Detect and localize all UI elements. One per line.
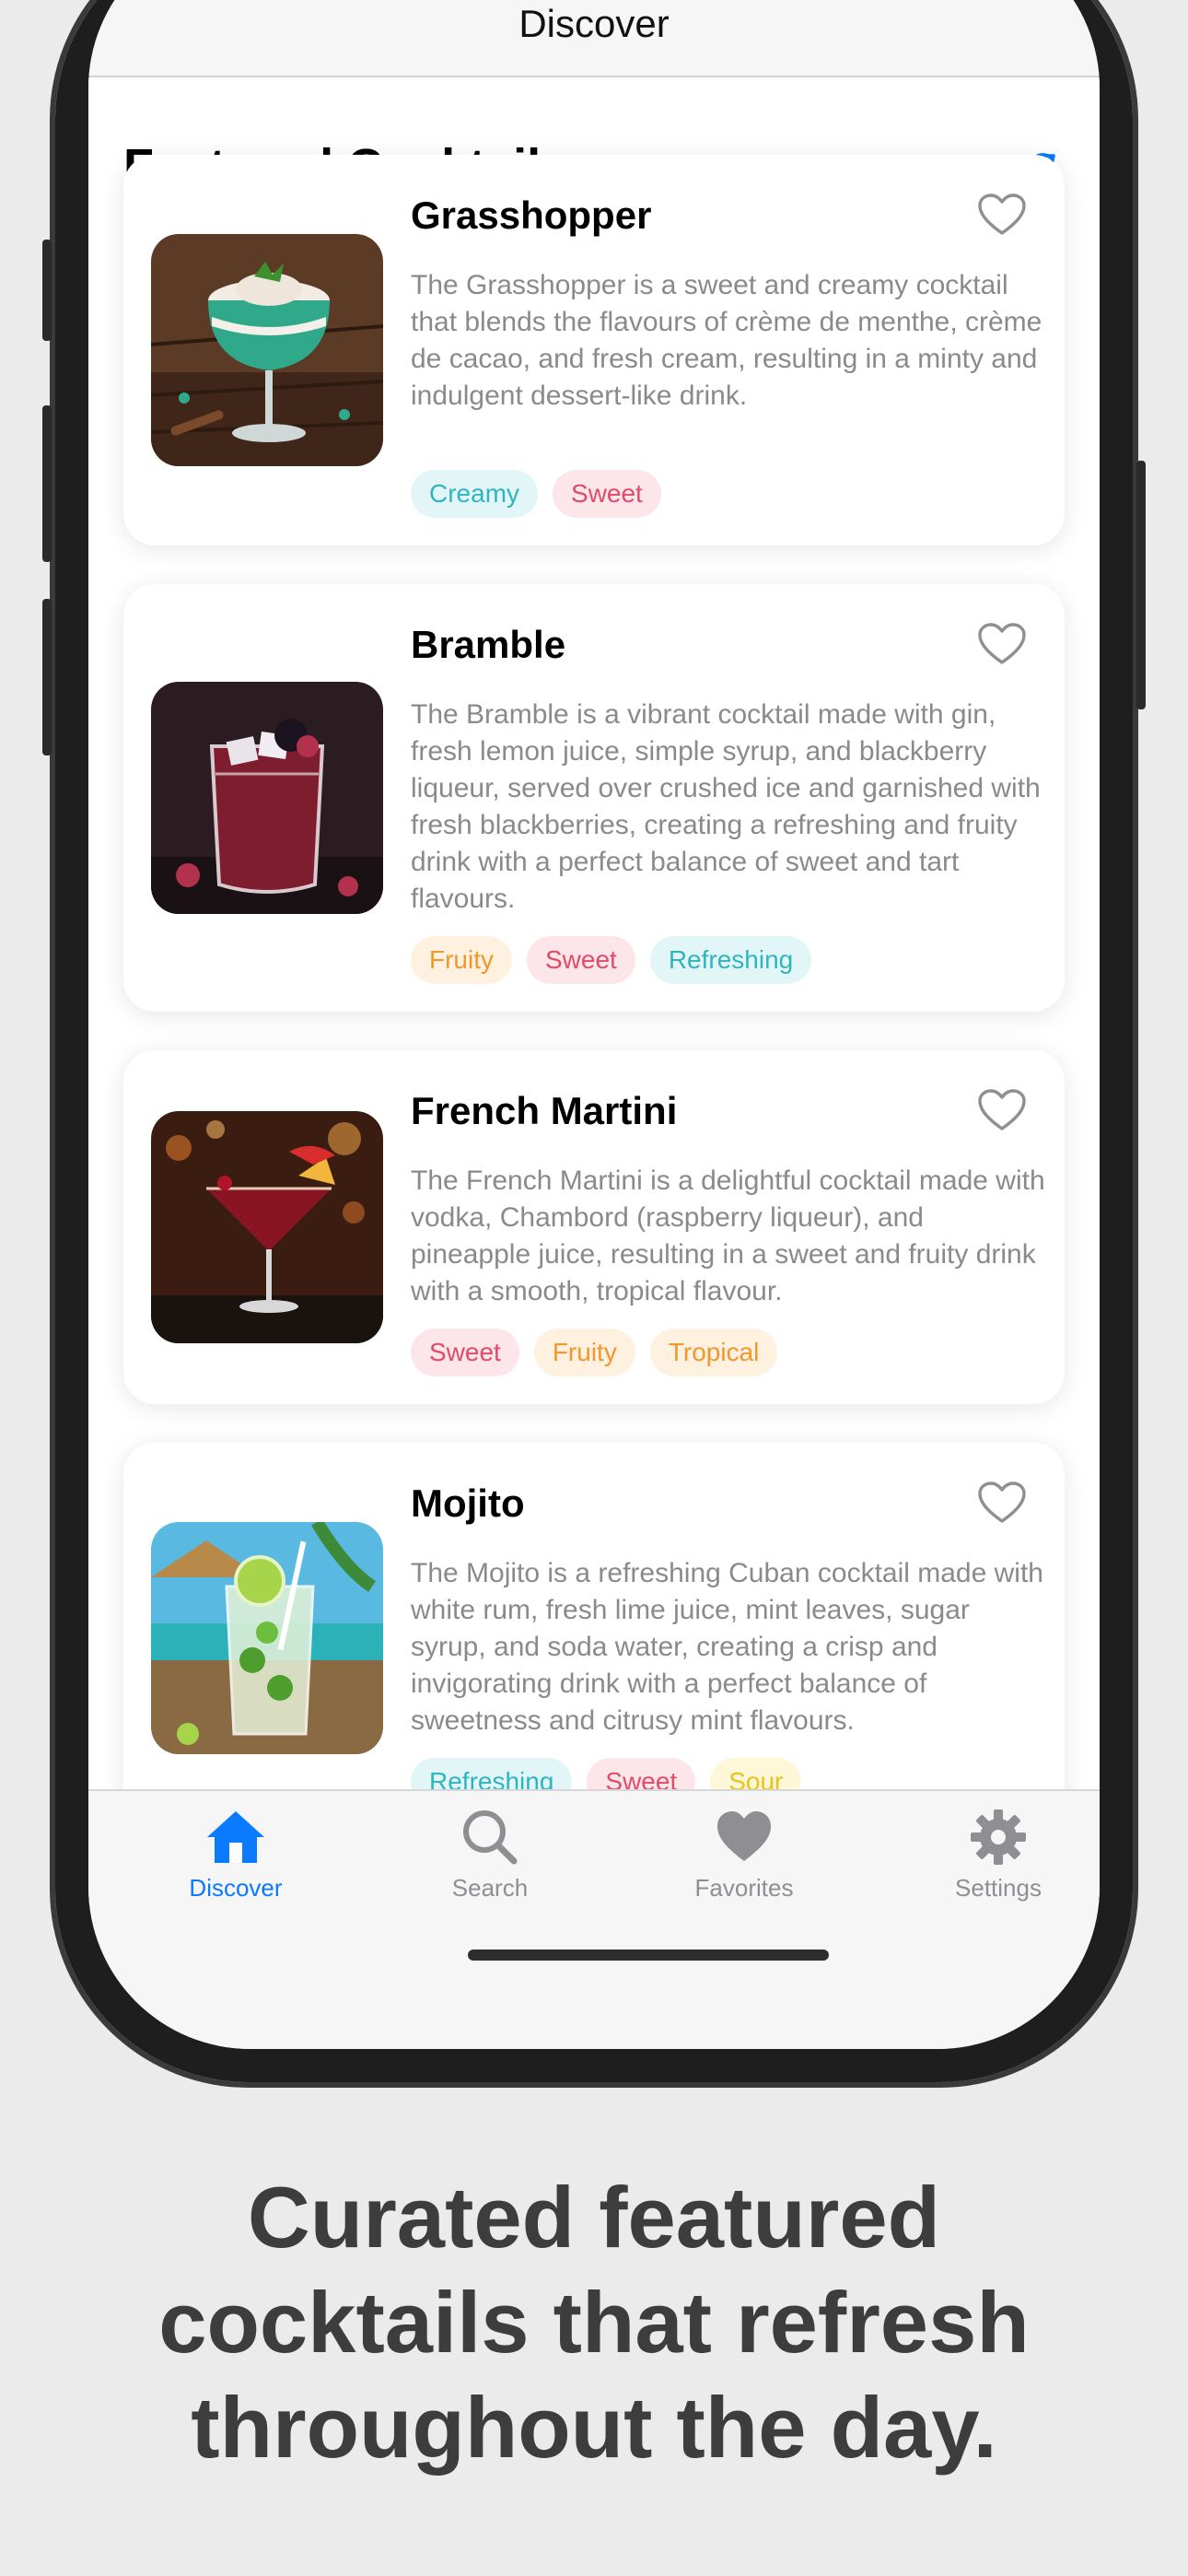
tag-list: Fruity Sweet Refreshing: [411, 936, 812, 984]
cocktail-description: The Grasshopper is a sweet and creamy co…: [411, 270, 1042, 411]
caption-line-2: cocktails that refresh: [158, 2274, 1030, 2371]
tag-refreshing: Refreshing: [411, 1758, 573, 1789]
cocktail-card-bramble[interactable]: Bramble The Bramble is a vibrant cocktai…: [123, 584, 1065, 1012]
cocktail-image-bramble: [151, 682, 383, 914]
tab-label: Search: [451, 1874, 529, 1902]
tag-fruity: Fruity: [533, 1329, 635, 1376]
favorite-heart-icon[interactable]: [978, 623, 1026, 665]
heart-icon: [717, 1811, 771, 1861]
cocktail-image-french-martini: [151, 1111, 383, 1343]
cocktail-name: Bramble: [411, 623, 566, 666]
cocktail-name: Mojito: [411, 1481, 525, 1525]
cocktail-card-grasshopper[interactable]: Grasshopper The Grasshopper is a sweet a…: [123, 155, 1065, 545]
home-indicator: [468, 1950, 829, 1961]
cocktail-description: The French Martini is a delightful cockt…: [411, 1165, 1045, 1306]
tab-search[interactable]: Search: [398, 1808, 582, 1903]
tag-sweet: Sweet: [587, 1758, 696, 1789]
cocktail-description: The Mojito is a refreshing Cuban cocktai…: [411, 1558, 1043, 1736]
tag-fruity: Fruity: [411, 936, 512, 984]
favorite-heart-icon[interactable]: [978, 1089, 1026, 1131]
gear-icon: [971, 1809, 1026, 1865]
tag-list: Creamy Sweet: [411, 470, 661, 518]
marketing-caption: Curated featured cocktails that refresh …: [0, 2165, 1188, 2480]
action-button: [42, 240, 52, 341]
discover-content[interactable]: Featured Cocktails: [88, 77, 1100, 1789]
tab-label: Favorites: [694, 1874, 794, 1902]
favorite-heart-icon[interactable]: [978, 193, 1026, 236]
magnifier-icon: [463, 1810, 518, 1865]
tag-list: Sweet Fruity Tropical: [411, 1329, 778, 1376]
tab-label: Settings: [955, 1874, 1042, 1902]
tag-list: Refreshing Sweet Sour: [411, 1758, 802, 1789]
caption-line-3: throughout the day.: [191, 2379, 997, 2476]
nav-title: Discover: [518, 2, 670, 45]
tag-sweet: Sweet: [527, 936, 635, 984]
tab-settings[interactable]: Settings: [906, 1808, 1090, 1903]
volume-down-button: [42, 599, 52, 755]
cocktail-card-mojito[interactable]: Mojito The Mojito is a refreshing Cuban …: [123, 1443, 1065, 1789]
power-button: [1136, 461, 1146, 709]
app-screen: Discover Featured Cocktails: [88, 0, 1100, 2049]
phone-frame: Discover Featured Cocktails: [42, 0, 1146, 2088]
house-icon: [207, 1811, 264, 1863]
cocktail-name: French Martini: [411, 1089, 678, 1132]
cocktail-image-grasshopper: [151, 234, 383, 466]
tab-label: Discover: [189, 1874, 283, 1902]
tag-sweet: Sweet: [411, 1329, 519, 1376]
navigation-bar: Discover: [88, 0, 1100, 77]
tab-discover[interactable]: Discover: [144, 1808, 328, 1903]
tag-sweet: Sweet: [553, 470, 661, 518]
favorite-heart-icon[interactable]: [978, 1481, 1026, 1524]
cocktail-card-french-martini[interactable]: French Martini The French Martini is a d…: [123, 1050, 1065, 1404]
volume-up-button: [42, 405, 52, 562]
tag-tropical: Tropical: [649, 1329, 778, 1376]
caption-line-1: Curated featured: [247, 2169, 941, 2266]
tag-creamy: Creamy: [411, 470, 539, 518]
cocktail-description: The Bramble is a vibrant cocktail made w…: [411, 699, 1041, 914]
tag-refreshing: Refreshing: [649, 936, 812, 984]
tag-sour: Sour: [710, 1758, 802, 1789]
tab-favorites[interactable]: Favorites: [652, 1808, 836, 1903]
cocktail-image-mojito: [151, 1522, 383, 1754]
cocktail-name: Grasshopper: [411, 193, 652, 237]
tab-bar: Discover Search Favorites Settings: [88, 1789, 1100, 2049]
